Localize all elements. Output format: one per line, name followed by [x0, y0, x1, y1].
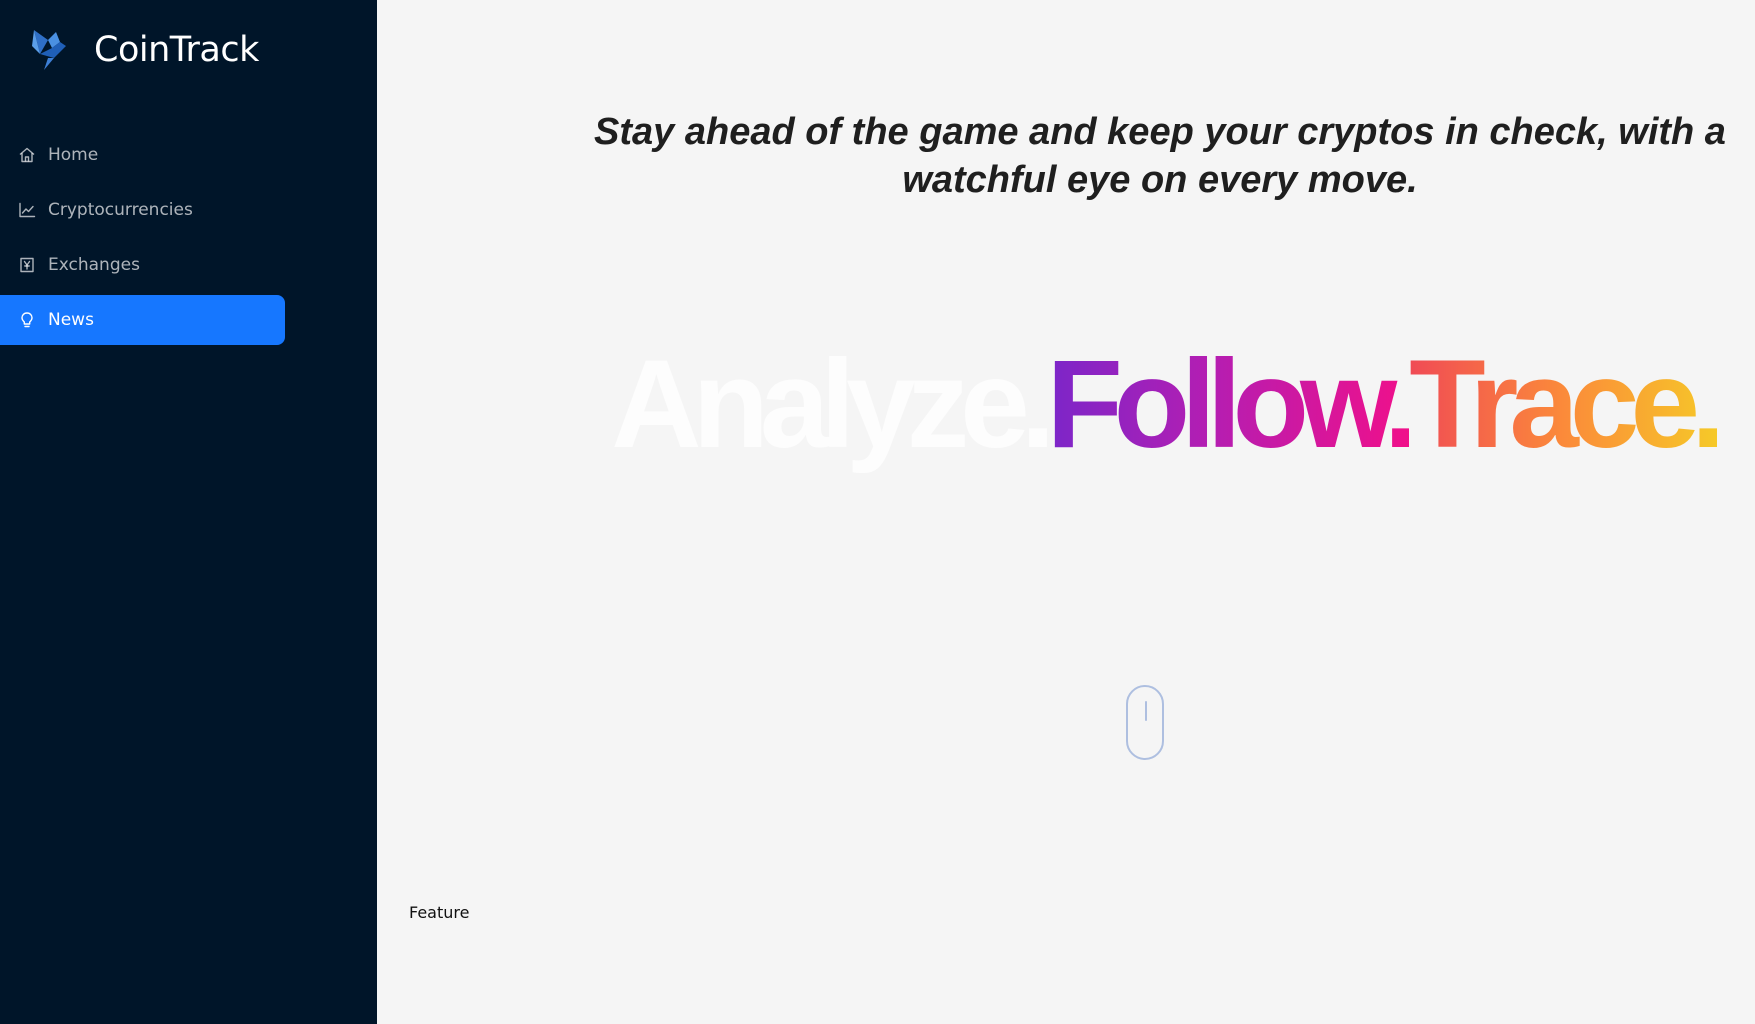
- brand-name: CoinTrack: [94, 30, 259, 70]
- hero-word-analyze: Analyze.: [611, 335, 1055, 474]
- sidebar-item-exchanges[interactable]: Exchanges: [0, 240, 285, 290]
- hero-word-trace: Trace.: [1409, 335, 1725, 474]
- sidebar-item-cryptocurrencies[interactable]: Cryptocurrencies: [0, 185, 285, 235]
- brand[interactable]: CoinTrack: [30, 28, 259, 72]
- home-icon: [18, 146, 36, 164]
- app-root: CoinTrack Home Cryptocurrencies Exchange…: [0, 0, 1755, 1024]
- sidebar-item-label: News: [48, 310, 94, 330]
- feature-section-label: Feature: [409, 903, 470, 922]
- mouse-scroll-icon[interactable]: [1126, 685, 1164, 760]
- sidebar-item-home[interactable]: Home: [0, 130, 285, 180]
- yen-box-icon: [18, 256, 36, 274]
- sidebar: CoinTrack Home Cryptocurrencies Exchange…: [0, 0, 377, 1024]
- sidebar-item-label: Exchanges: [48, 255, 140, 275]
- sidebar-menu: Home Cryptocurrencies Exchanges News: [0, 130, 285, 350]
- hero-word-follow: Follow.: [1046, 335, 1418, 474]
- sidebar-item-label: Cryptocurrencies: [48, 200, 193, 220]
- sidebar-item-news[interactable]: News: [0, 295, 285, 345]
- line-chart-icon: [18, 201, 36, 219]
- bird-logo-icon: [32, 30, 66, 70]
- sidebar-item-label: Home: [48, 145, 99, 165]
- hero-tagline: Stay ahead of the game and keep your cry…: [594, 111, 1726, 201]
- mouse-wheel: [1145, 701, 1147, 721]
- main-content: Stay ahead of the game and keep your cry…: [377, 0, 1755, 1024]
- bulb-icon: [18, 311, 36, 329]
- hero-headline: Analyze. Follow. Trace.: [549, 335, 1755, 475]
